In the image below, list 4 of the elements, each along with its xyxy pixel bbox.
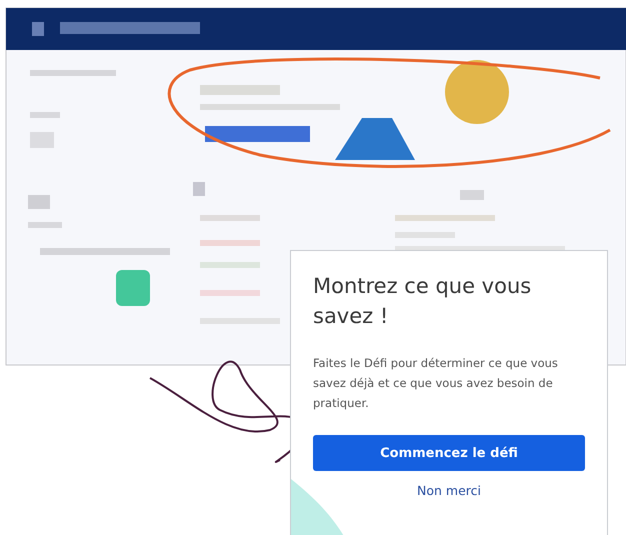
dialog-text: Faites le Défi pour déterminer ce que vous savez déjà et ce que vous avez besoin de pratiquer.	[313, 355, 559, 412]
no-thanks-link[interactable]: Non merci	[417, 483, 481, 498]
start-challenge-button[interactable]: Commencez le défi	[313, 435, 585, 471]
dialog-title: Montrez ce que vous savez !	[313, 273, 532, 330]
